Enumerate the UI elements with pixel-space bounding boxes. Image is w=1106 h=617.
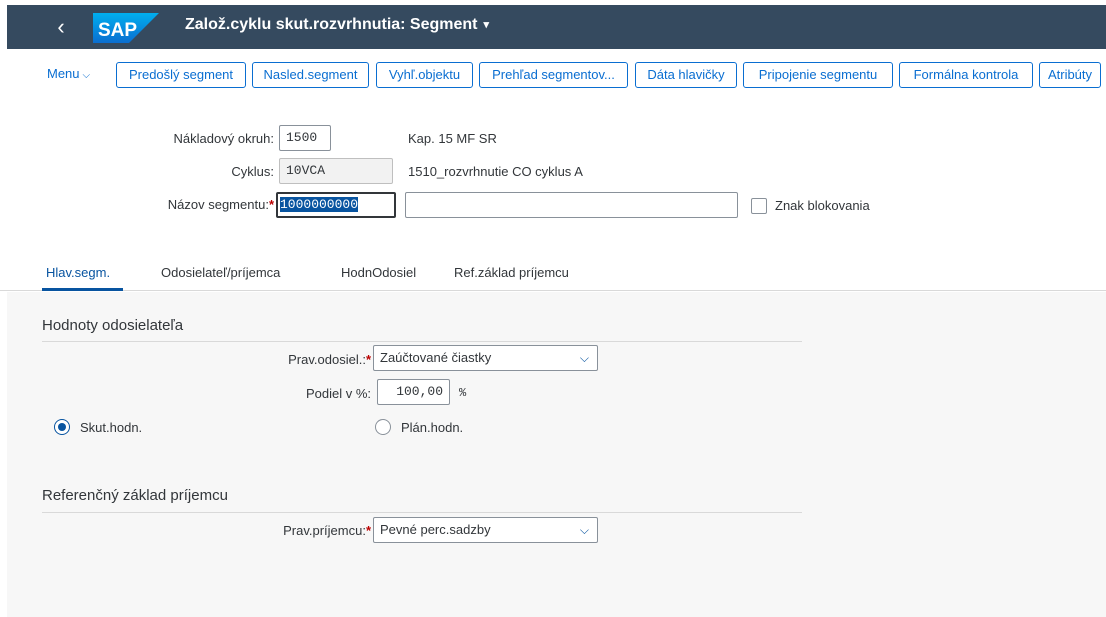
section-divider <box>42 512 802 513</box>
formal-check-button[interactable]: Formálna kontrola <box>899 62 1033 88</box>
required-mark: * <box>365 352 371 367</box>
chevron-down-icon: ⌵ <box>579 523 589 537</box>
chevron-down-icon: ⌵ <box>82 70 91 81</box>
required-mark: * <box>365 523 371 538</box>
share-label: Podiel v %: <box>305 386 371 401</box>
segment-overview-button[interactable]: Prehľad segmentov... <box>479 62 628 88</box>
toolbar: Menu ⌵ Predošlý segment Nasled.segment Vy… <box>0 62 1106 88</box>
next-segment-button[interactable]: Nasled.segment <box>252 62 369 88</box>
tab-receiver-base[interactable]: Ref.základ príjemcu <box>454 265 569 280</box>
back-button[interactable]: ‹ <box>47 13 75 41</box>
tab-sender-values[interactable]: HodnOdosiel <box>341 265 416 280</box>
sap-logo-text: SAP <box>98 20 137 41</box>
cycle-label: Cyklus: <box>231 164 274 179</box>
active-tab-indicator <box>42 288 123 291</box>
actual-values-radio[interactable] <box>54 419 70 435</box>
lock-checkbox[interactable] <box>751 198 767 214</box>
cycle-field: 10VCA <box>279 158 393 184</box>
back-icon: ‹ <box>57 14 65 39</box>
segment-name-label: Názov segmentu:* <box>100 197 274 212</box>
sap-logo: SAP <box>93 13 159 43</box>
section-divider <box>42 341 802 342</box>
segment-name-value: 1000000000 <box>280 197 359 212</box>
required-mark: * <box>268 197 274 212</box>
segment-text-field[interactable] <box>405 192 738 218</box>
tab-sender-receiver[interactable]: Odosielateľ/príjemca <box>161 265 280 280</box>
sender-rule-label: Prav.odosiel.:* <box>207 352 371 367</box>
page-title[interactable]: Založ.cyklu skut.rozvrhnutia: Segment ▾ <box>185 16 489 34</box>
cost-area-field[interactable]: 1500 <box>279 125 331 151</box>
tab-content: Hodnoty odosielateľa Prav.odosiel.:* Zaú… <box>7 292 1106 617</box>
plan-values-radio[interactable] <box>375 419 391 435</box>
lock-label: Znak blokovania <box>775 198 870 213</box>
cycle-description: 1510_rozvrhnutie CO cyklus A <box>408 164 583 179</box>
previous-segment-button[interactable]: Predošlý segment <box>116 62 246 88</box>
segment-name-field[interactable]: 1000000000 <box>276 192 396 218</box>
sender-rule-label-text: Prav.odosiel.: <box>288 352 366 367</box>
title-caret-icon: ▾ <box>483 19 490 31</box>
segment-name-label-text: Názov segmentu: <box>167 197 269 212</box>
header-data-button[interactable]: Dáta hlavičky <box>635 62 737 88</box>
receiver-rule-label-text: Prav.príjemcu: <box>283 523 366 538</box>
sender-rule-value: Zaúčtované čiastky <box>380 350 492 365</box>
receiver-rule-dropdown[interactable]: Pevné perc.sadzby ⌵ <box>373 517 598 543</box>
actual-values-label: Skut.hodn. <box>80 420 143 435</box>
sender-rule-dropdown[interactable]: Zaúčtované čiastky ⌵ <box>373 345 598 371</box>
plan-values-label: Plán.hodn. <box>401 420 464 435</box>
menu-label: Menu <box>47 66 80 81</box>
shell-bar: ‹ SAP Založ.cyklu skut.rozvrhnutia: Segm… <box>7 5 1106 49</box>
attributes-button[interactable]: Atribúty <box>1039 62 1101 88</box>
attach-segment-button[interactable]: Pripojenie segmentu <box>743 62 893 88</box>
cost-area-label: Nákladový okruh: <box>173 131 274 146</box>
chevron-down-icon: ⌵ <box>579 351 589 365</box>
cost-area-description: Kap. 15 MF SR <box>408 131 497 146</box>
tab-main-segment[interactable]: Hlav.segm. <box>46 265 110 280</box>
receiver-rule-label: Prav.príjemcu:* <box>207 523 371 538</box>
object-search-button[interactable]: Vyhľ.objektu <box>376 62 473 88</box>
share-field[interactable]: 100,00 <box>377 379 450 405</box>
sender-section-title: Hodnoty odosielateľa <box>42 317 184 334</box>
tab-bar: Hlav.segm. Odosielateľ/príjemca HodnOdos… <box>0 255 1106 291</box>
share-unit: % <box>459 386 467 400</box>
receiver-rule-value: Pevné perc.sadzby <box>380 522 491 537</box>
page-title-text: Založ.cyklu skut.rozvrhnutia: Segment <box>185 16 478 33</box>
menu-button[interactable]: Menu ⌵ <box>47 66 90 81</box>
receiver-section-title: Referenčný základ príjemcu <box>42 487 228 504</box>
